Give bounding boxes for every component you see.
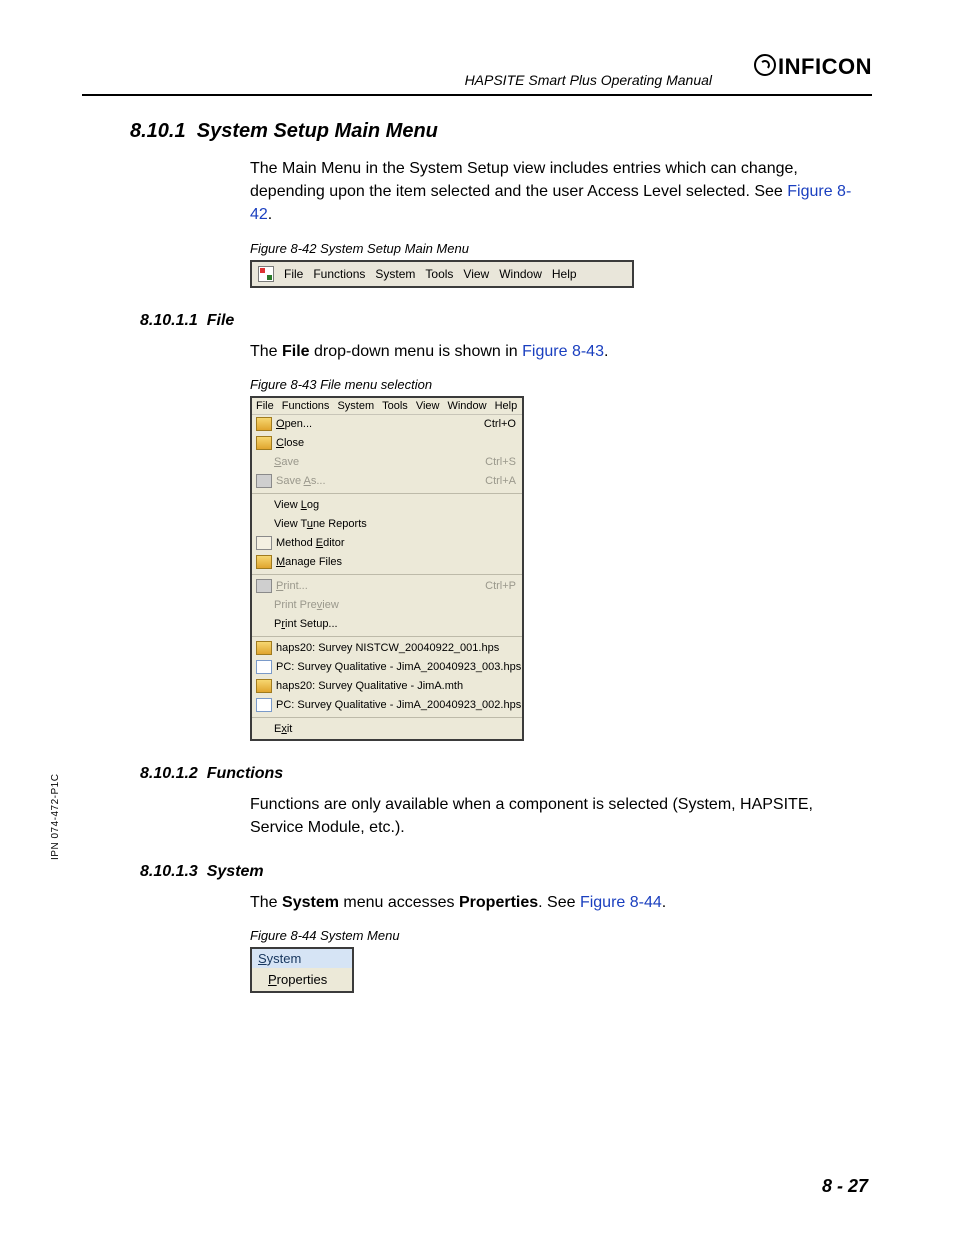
caption-fig-8-43: Figure 8-43 File menu selection [250, 377, 872, 392]
caption-fig-8-42: Figure 8-42 System Setup Main Menu [250, 241, 872, 256]
link-fig-8-44[interactable]: Figure 8-44 [580, 894, 662, 911]
side-ipn: IPN 074-472-P1C [50, 774, 61, 860]
menu-item-label: Print Preview [274, 599, 516, 611]
menu-item-label: View Tune Reports [274, 518, 516, 530]
blank-icon [256, 499, 270, 511]
para-8-10-1-2: Functions are only available when a comp… [250, 793, 858, 839]
file-menu-item[interactable]: Print Setup... [252, 615, 522, 634]
file-menu-item[interactable]: Exit [252, 720, 522, 739]
blank-icon [256, 456, 270, 468]
ico-open-icon [256, 417, 272, 431]
fig44-system-menu[interactable]: System [252, 949, 352, 968]
ico-folder-icon [256, 679, 272, 693]
menu-item-label: PC: Survey Qualitative - JimA_20040923_0… [276, 661, 521, 673]
file-menu-item[interactable]: Method Editor [252, 534, 522, 553]
ico-edit-icon [256, 536, 272, 550]
fig43-menu-help[interactable]: Help [495, 400, 518, 412]
file-menu-item[interactable]: Manage Files [252, 553, 522, 572]
fig43-menu-file[interactable]: File [256, 400, 274, 412]
menu-view[interactable]: View [463, 267, 489, 281]
figure-8-43: File Functions System Tools View Window … [250, 396, 524, 741]
file-menu-item: Print Preview [252, 596, 522, 615]
menu-window[interactable]: Window [499, 267, 542, 281]
fig43-menu-view[interactable]: View [416, 400, 440, 412]
caption-fig-8-44: Figure 8-44 System Menu [250, 928, 872, 943]
file-menu-item[interactable]: Open...Ctrl+O [252, 415, 522, 434]
menu-item-accelerator: Ctrl+P [485, 580, 516, 592]
fig44-properties-item[interactable]: Properties [252, 968, 352, 991]
para-8-10-1-1: The File drop-down menu is shown in Figu… [250, 340, 858, 363]
brand-text: INFICON [778, 54, 872, 79]
para-8-10-1: The Main Menu in the System Setup view i… [250, 157, 858, 227]
blank-icon [256, 599, 270, 611]
file-menu-item: Print...Ctrl+P [252, 577, 522, 596]
menu-item-label: haps20: Survey NISTCW_20040922_001.hps [276, 642, 516, 654]
fig43-menu-tools[interactable]: Tools [382, 400, 408, 412]
blank-icon [256, 518, 270, 530]
menu-file[interactable]: File [284, 267, 303, 281]
file-menu-item[interactable]: Close [252, 434, 522, 453]
file-menu-item[interactable]: PC: Survey Qualitative - JimA_20040923_0… [252, 658, 522, 677]
menu-item-label: Print Setup... [274, 618, 516, 630]
menu-functions[interactable]: Functions [313, 267, 365, 281]
ico-close-icon [256, 436, 272, 450]
link-fig-8-43[interactable]: Figure 8-43 [522, 343, 604, 360]
heading-8-10-1-2: 8.10.1.2 Functions [140, 765, 872, 783]
app-icon [258, 266, 274, 282]
figure-8-42: File Functions System Tools View Window … [250, 260, 634, 288]
menu-item-label: Save [274, 456, 485, 468]
file-menu-item[interactable]: View Log [252, 496, 522, 515]
menu-item-label: View Log [274, 499, 516, 511]
fig43-menu-window[interactable]: Window [447, 400, 486, 412]
menu-item-accelerator: Ctrl+O [484, 418, 516, 430]
file-menu-item: Save As...Ctrl+A [252, 472, 522, 491]
brand-logo: INFICON [754, 52, 872, 80]
menu-item-label: haps20: Survey Qualitative - JimA.mth [276, 680, 516, 692]
fig43-menu-functions[interactable]: Functions [282, 400, 330, 412]
fig43-menu-system[interactable]: System [337, 400, 374, 412]
menu-system[interactable]: System [375, 267, 415, 281]
blank-icon [256, 723, 270, 735]
file-menu-item[interactable]: haps20: Survey NISTCW_20040922_001.hps [252, 639, 522, 658]
ico-save-icon [256, 474, 272, 488]
menu-item-label: Exit [274, 723, 516, 735]
brand-icon [754, 54, 776, 76]
figure-8-44: System Properties [250, 947, 354, 993]
page-number: 8 - 27 [822, 1176, 868, 1197]
para-8-10-1-3: The System menu accesses Properties. See… [250, 891, 858, 914]
menu-item-accelerator: Ctrl+A [485, 475, 516, 487]
ico-folder-icon [256, 555, 272, 569]
menu-item-label: Save As... [276, 475, 485, 487]
header-rule [82, 94, 872, 96]
file-menu-item[interactable]: haps20: Survey Qualitative - JimA.mth [252, 677, 522, 696]
blank-icon [256, 618, 270, 630]
file-menu-item[interactable]: View Tune Reports [252, 515, 522, 534]
ico-doc-icon [256, 660, 272, 674]
menu-item-label: Manage Files [276, 556, 516, 568]
menu-item-label: PC: Survey Qualitative - JimA_20040923_0… [276, 699, 521, 711]
heading-8-10-1-3: 8.10.1.3 System [140, 863, 872, 881]
file-menu-item[interactable]: PC: Survey Qualitative - JimA_20040923_0… [252, 696, 522, 715]
ico-doc-icon [256, 698, 272, 712]
menu-tools[interactable]: Tools [425, 267, 453, 281]
menu-item-label: Print... [276, 580, 485, 592]
heading-8-10-1: 8.10.1 System Setup Main Menu [130, 120, 872, 143]
ico-print-icon [256, 579, 272, 593]
heading-8-10-1-1: 8.10.1.1 File [140, 312, 872, 330]
menu-help[interactable]: Help [552, 267, 577, 281]
running-title: HAPSITE Smart Plus Operating Manual [465, 72, 712, 88]
fig43-menubar: File Functions System Tools View Window … [252, 398, 522, 415]
menu-item-label: Method Editor [276, 537, 516, 549]
file-menu-item: SaveCtrl+S [252, 453, 522, 472]
menu-item-accelerator: Ctrl+S [485, 456, 516, 468]
menu-item-label: Open... [276, 418, 484, 430]
menu-item-label: Close [276, 437, 516, 449]
ico-folder-icon [256, 641, 272, 655]
